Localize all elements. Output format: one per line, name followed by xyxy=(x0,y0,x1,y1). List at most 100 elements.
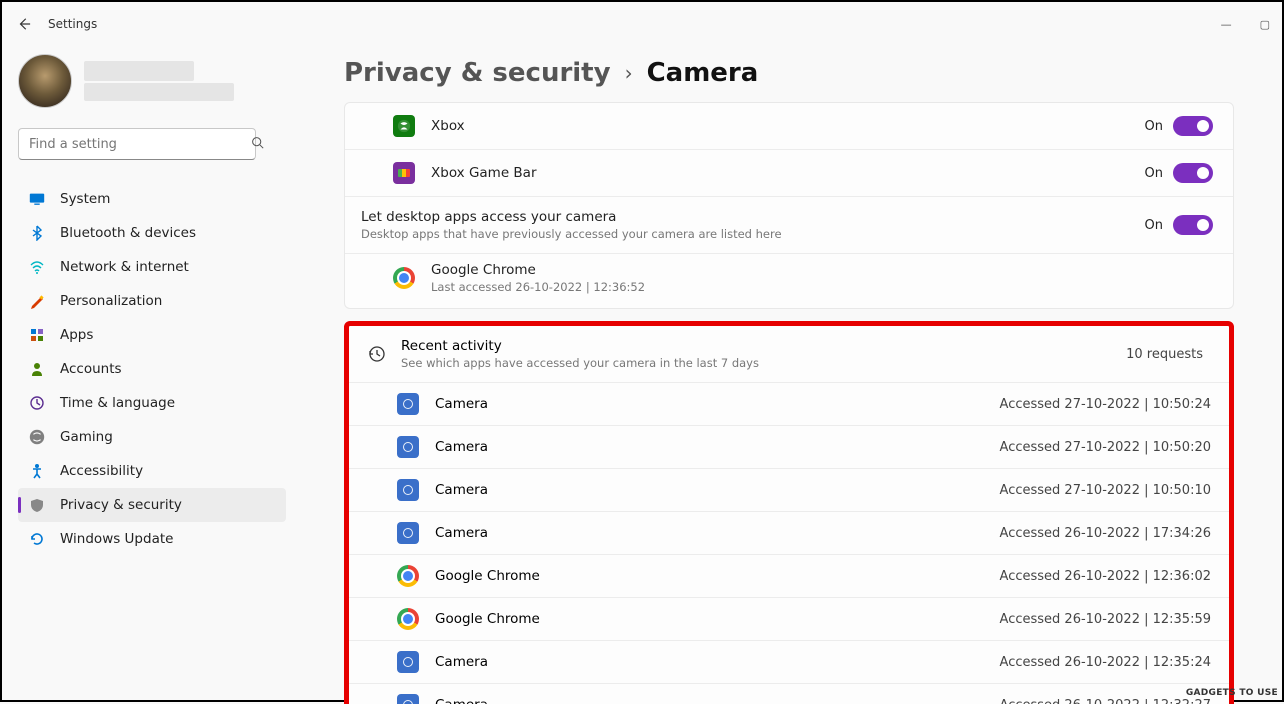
user-profile[interactable] xyxy=(18,54,286,108)
activity-app-name: Camera xyxy=(435,525,1000,541)
accounts-icon xyxy=(28,360,46,378)
activity-timestamp: Accessed 26-10-2022 | 12:35:24 xyxy=(1000,655,1211,670)
history-icon xyxy=(367,345,385,363)
time-language-icon xyxy=(28,394,46,412)
sidebar-item-label: Apps xyxy=(60,327,93,343)
breadcrumb-parent[interactable]: Privacy & security xyxy=(344,58,611,88)
sidebar-item-privacy-security[interactable]: Privacy & security xyxy=(18,488,286,522)
sidebar-item-accessibility[interactable]: Accessibility xyxy=(18,454,286,488)
activity-timestamp: Accessed 26-10-2022 | 12:36:02 xyxy=(1000,569,1211,584)
search-input[interactable] xyxy=(18,128,256,160)
sidebar-item-gaming[interactable]: Gaming xyxy=(18,420,286,454)
sidebar-item-label: System xyxy=(60,191,110,207)
app-label: Google Chrome xyxy=(431,262,1213,278)
sidebar-item-apps[interactable]: Apps xyxy=(18,318,286,352)
sidebar-item-personalization[interactable]: Personalization xyxy=(18,284,286,318)
sidebar-item-label: Accounts xyxy=(60,361,122,377)
system-icon xyxy=(28,190,46,208)
sidebar-item-label: Gaming xyxy=(60,429,113,445)
activity-app-name: Google Chrome xyxy=(435,568,1000,584)
camera-icon xyxy=(397,522,419,544)
camera-icon xyxy=(397,651,419,673)
recent-activity-panel: Recent activity See which apps have acce… xyxy=(344,321,1234,704)
chrome-icon xyxy=(397,608,419,630)
app-title: Settings xyxy=(48,17,97,31)
breadcrumb: Privacy & security › Camera xyxy=(344,58,1234,88)
chevron-right-icon: › xyxy=(625,61,633,85)
sidebar: System Bluetooth & devices Network & int… xyxy=(2,46,302,704)
personalization-icon xyxy=(28,292,46,310)
maximize-button[interactable]: ▢ xyxy=(1260,18,1270,31)
toggle-state: On xyxy=(1145,119,1163,134)
desktop-apps-row: Let desktop apps access your camera Desk… xyxy=(345,197,1233,254)
recent-activity-header[interactable]: Recent activity See which apps have acce… xyxy=(349,326,1229,383)
sidebar-item-label: Network & internet xyxy=(60,259,189,275)
sidebar-item-label: Accessibility xyxy=(60,463,143,479)
toggle-state: On xyxy=(1145,218,1163,233)
sidebar-item-accounts[interactable]: Accounts xyxy=(18,352,286,386)
activity-row: CameraAccessed 27-10-2022 | 10:50:10 xyxy=(349,469,1229,512)
sidebar-item-label: Personalization xyxy=(60,293,162,309)
user-email-redacted xyxy=(84,83,234,101)
gaming-icon xyxy=(28,428,46,446)
app-label: Xbox xyxy=(431,118,1145,134)
app-permissions-panel: Xbox On Xbox Game Bar On Let desktop app… xyxy=(344,102,1234,309)
chrome-icon xyxy=(393,267,415,289)
avatar xyxy=(18,54,72,108)
accessibility-icon xyxy=(28,462,46,480)
network-icon xyxy=(28,258,46,276)
sidebar-item-time-language[interactable]: Time & language xyxy=(18,386,286,420)
bluetooth-icon xyxy=(28,224,46,242)
xbox-icon xyxy=(393,115,415,137)
activity-timestamp: Accessed 27-10-2022 | 10:50:10 xyxy=(1000,483,1211,498)
activity-row: CameraAccessed 27-10-2022 | 10:50:20 xyxy=(349,426,1229,469)
minimize-button[interactable]: — xyxy=(1221,18,1232,31)
activity-timestamp: Accessed 26-10-2022 | 12:35:59 xyxy=(1000,612,1211,627)
apps-icon xyxy=(28,326,46,344)
activity-row: Google ChromeAccessed 26-10-2022 | 12:36… xyxy=(349,555,1229,598)
camera-icon xyxy=(397,479,419,501)
desktop-apps-title: Let desktop apps access your camera xyxy=(361,209,1145,225)
toggle-gamebar[interactable] xyxy=(1173,163,1213,183)
activity-timestamp: Accessed 27-10-2022 | 10:50:24 xyxy=(1000,397,1211,412)
activity-app-name: Camera xyxy=(435,697,1000,704)
recent-title: Recent activity xyxy=(401,338,1126,354)
user-name-redacted xyxy=(84,61,194,81)
activity-row: CameraAccessed 26-10-2022 | 12:35:24 xyxy=(349,641,1229,684)
camera-icon xyxy=(397,393,419,415)
camera-icon xyxy=(397,694,419,704)
activity-timestamp: Accessed 26-10-2022 | 12:32:27 xyxy=(1000,698,1211,704)
gamebar-icon xyxy=(393,162,415,184)
page-title: Camera xyxy=(647,58,759,88)
privacy-security-icon xyxy=(28,496,46,514)
toggle-desktop-apps[interactable] xyxy=(1173,215,1213,235)
sidebar-item-windows-update[interactable]: Windows Update xyxy=(18,522,286,556)
app-sub: Last accessed 26-10-2022 | 12:36:52 xyxy=(431,280,1213,294)
toggle-xbox[interactable] xyxy=(1173,116,1213,136)
app-row-xbox: Xbox On xyxy=(345,103,1233,150)
app-label: Xbox Game Bar xyxy=(431,165,1145,181)
sidebar-item-label: Time & language xyxy=(60,395,175,411)
camera-icon xyxy=(397,436,419,458)
activity-row: CameraAccessed 26-10-2022 | 17:34:26 xyxy=(349,512,1229,555)
desktop-apps-sub: Desktop apps that have previously access… xyxy=(361,227,1145,241)
activity-app-name: Google Chrome xyxy=(435,611,1000,627)
sidebar-item-label: Privacy & security xyxy=(60,497,182,513)
chrome-icon xyxy=(397,565,419,587)
request-count: 10 requests xyxy=(1126,347,1203,362)
activity-app-name: Camera xyxy=(435,654,1000,670)
sidebar-item-bluetooth[interactable]: Bluetooth & devices xyxy=(18,216,286,250)
app-row-gamebar: Xbox Game Bar On xyxy=(345,150,1233,197)
back-button[interactable] xyxy=(14,14,34,34)
activity-app-name: Camera xyxy=(435,396,1000,412)
sidebar-item-label: Bluetooth & devices xyxy=(60,225,196,241)
sidebar-item-network[interactable]: Network & internet xyxy=(18,250,286,284)
watermark: GADGETS TO USE xyxy=(1186,688,1278,698)
activity-row: CameraAccessed 26-10-2022 | 12:32:27 xyxy=(349,684,1229,704)
windows-update-icon xyxy=(28,530,46,548)
sidebar-item-system[interactable]: System xyxy=(18,182,286,216)
desktop-app-chrome: Google Chrome Last accessed 26-10-2022 |… xyxy=(345,254,1233,308)
activity-row: CameraAccessed 27-10-2022 | 10:50:24 xyxy=(349,383,1229,426)
sidebar-item-label: Windows Update xyxy=(60,531,173,547)
toggle-state: On xyxy=(1145,166,1163,181)
